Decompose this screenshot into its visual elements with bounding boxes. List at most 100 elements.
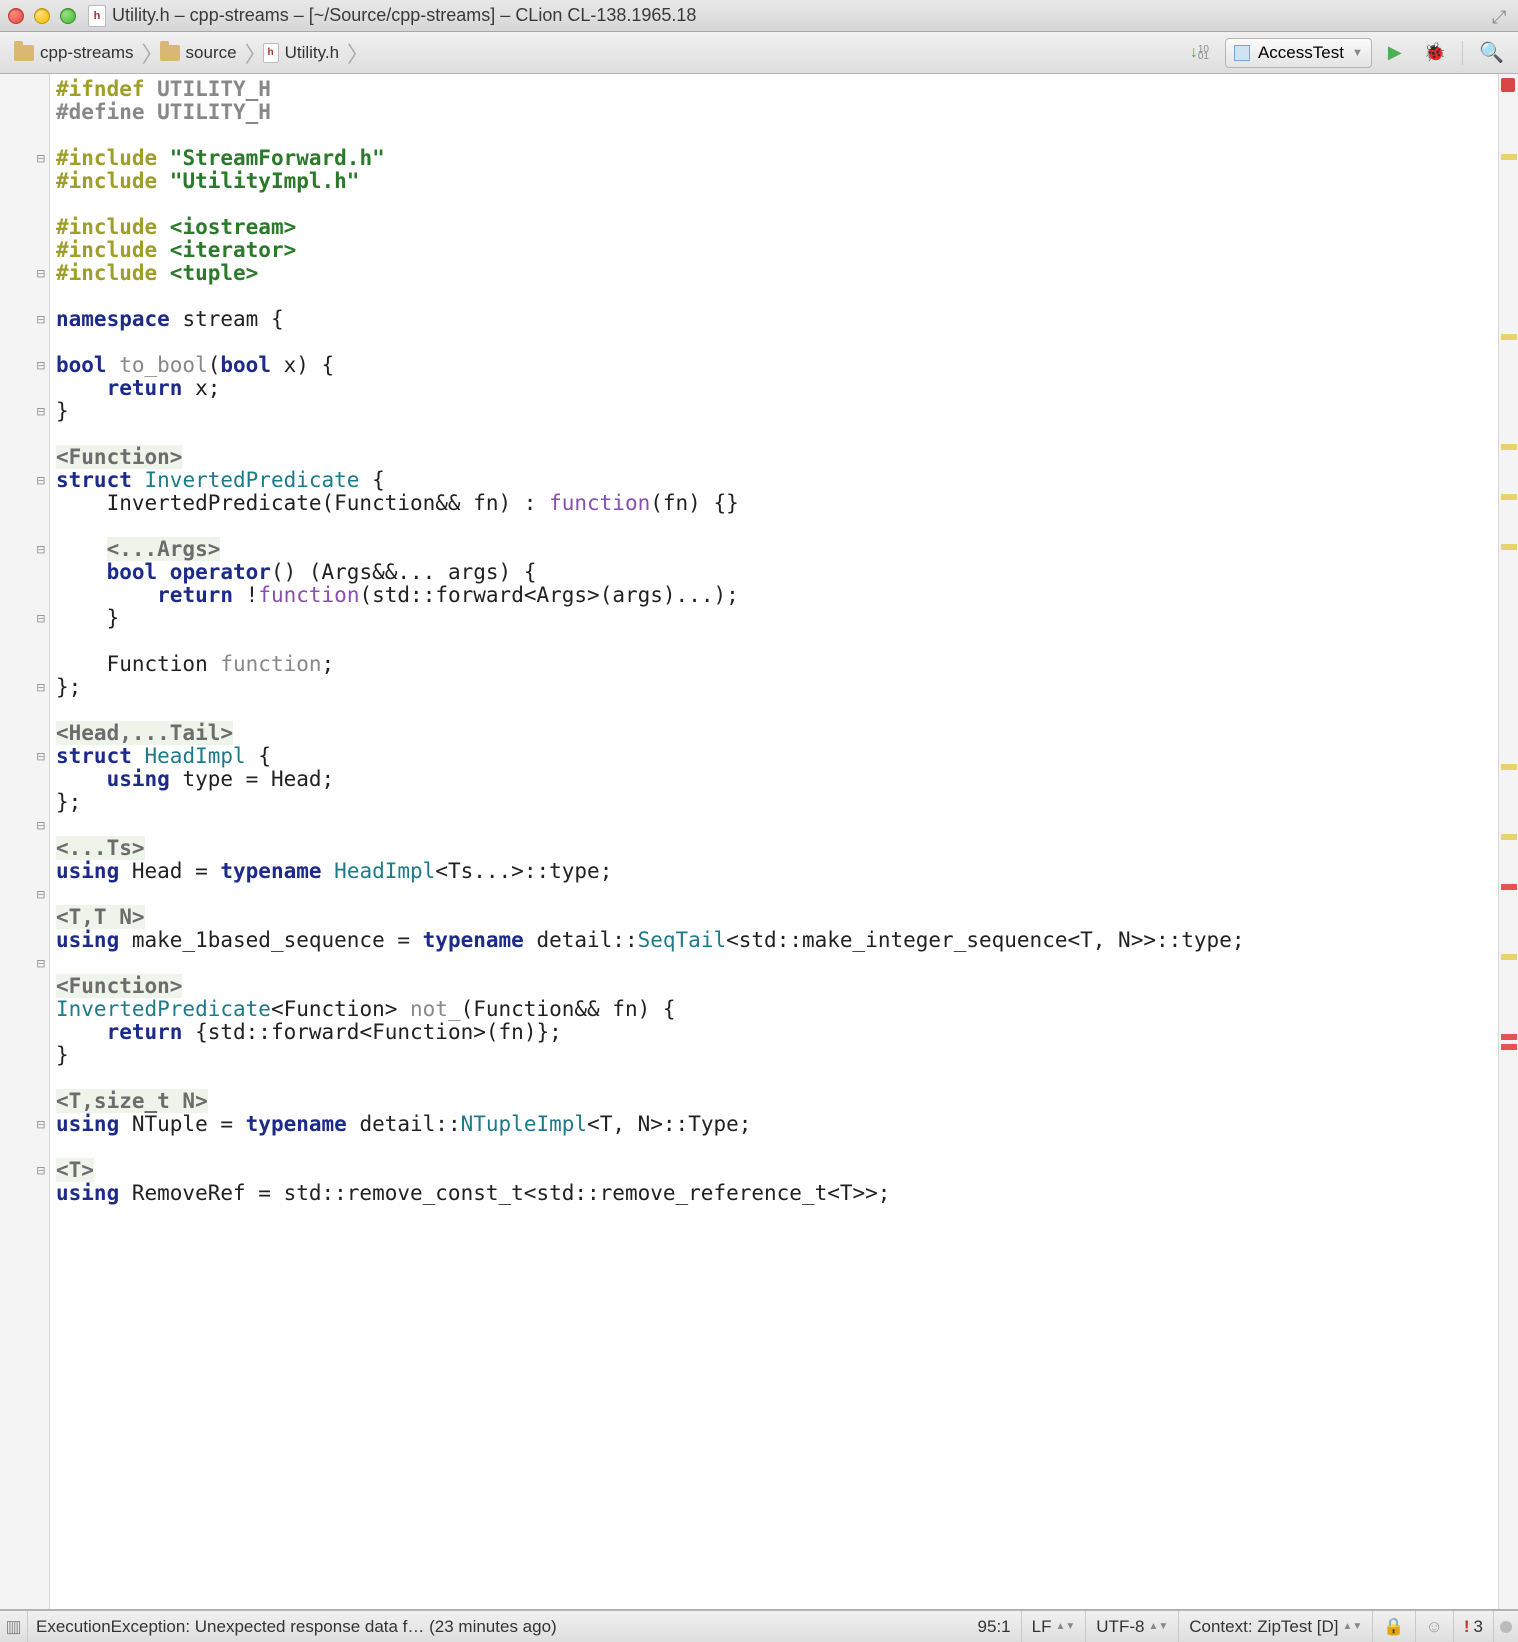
error-stripe-marker[interactable]: [1501, 1034, 1517, 1040]
minimize-window-button[interactable]: [34, 8, 50, 24]
fold-toggle-icon[interactable]: ⊟: [37, 266, 45, 282]
gutter-row[interactable]: ⊟: [0, 400, 49, 423]
code-area[interactable]: #ifndef UTILITY_H #define UTILITY_H #inc…: [50, 74, 1498, 1609]
error-stripe-marker[interactable]: [1501, 544, 1517, 550]
fold-toggle-icon[interactable]: ⊟: [37, 404, 45, 420]
gutter-row[interactable]: [0, 975, 49, 998]
gutter-row[interactable]: [0, 699, 49, 722]
gutter-row[interactable]: [0, 331, 49, 354]
gutter-row[interactable]: ⊟: [0, 814, 49, 837]
readonly-toggle[interactable]: 🔒: [1373, 1611, 1415, 1642]
gutter-row[interactable]: ⊟: [0, 538, 49, 561]
gutter-row[interactable]: [0, 998, 49, 1021]
gutter-row[interactable]: [0, 722, 49, 745]
gutter-row[interactable]: [0, 1090, 49, 1113]
gutter-row[interactable]: [0, 906, 49, 929]
gutter-row[interactable]: ⊟: [0, 262, 49, 285]
gutter-row[interactable]: [0, 1274, 49, 1297]
gutter-row[interactable]: [0, 791, 49, 814]
fold-toggle-icon[interactable]: ⊟: [37, 542, 45, 558]
error-stripe-marker[interactable]: [1501, 884, 1517, 890]
gutter-row[interactable]: [0, 170, 49, 193]
status-message[interactable]: ExecutionException: Unexpected response …: [28, 1617, 968, 1637]
error-stripe-marker[interactable]: [1501, 954, 1517, 960]
background-tasks-icon[interactable]: [1500, 1621, 1512, 1633]
gutter-row[interactable]: ⊟: [0, 676, 49, 699]
gutter-row[interactable]: [0, 216, 49, 239]
gutter-row[interactable]: [0, 492, 49, 515]
error-stripe-marker[interactable]: [1501, 78, 1515, 92]
debug-button[interactable]: 🐞: [1418, 38, 1452, 68]
gutter-row[interactable]: [0, 653, 49, 676]
gutter-row[interactable]: [0, 1182, 49, 1205]
fullscreen-icon[interactable]: ⤢: [1492, 7, 1510, 25]
gutter-row[interactable]: [0, 1136, 49, 1159]
fold-toggle-icon[interactable]: ⊟: [37, 1117, 45, 1133]
gutter-row[interactable]: ⊟: [0, 745, 49, 768]
fold-toggle-icon[interactable]: ⊟: [37, 887, 45, 903]
gutter-row[interactable]: [0, 768, 49, 791]
gutter-row[interactable]: [0, 124, 49, 147]
gutter-row[interactable]: ⊟: [0, 883, 49, 906]
fold-toggle-icon[interactable]: ⊟: [37, 151, 45, 167]
gutter-row[interactable]: [0, 1021, 49, 1044]
error-stripe-marker[interactable]: [1501, 154, 1517, 160]
breadcrumb-item-folder[interactable]: source: [154, 41, 243, 65]
fold-toggle-icon[interactable]: ⊟: [37, 956, 45, 972]
gutter-row[interactable]: [0, 837, 49, 860]
breadcrumb-item-file[interactable]: Utility.h: [257, 41, 345, 65]
fold-toggle-icon[interactable]: ⊟: [37, 358, 45, 374]
fold-toggle-icon[interactable]: ⊟: [37, 1163, 45, 1179]
gutter-row[interactable]: ⊟: [0, 354, 49, 377]
gutter-row[interactable]: ⊟: [0, 1159, 49, 1182]
error-stripe-marker[interactable]: [1501, 334, 1517, 340]
gutter[interactable]: ⊟ ⊟ ⊟ ⊟ ⊟ ⊟ ⊟ ⊟ ⊟ ⊟ ⊟ ⊟ ⊟ ⊟ ⊟: [0, 74, 50, 1609]
gutter-row[interactable]: [0, 423, 49, 446]
error-stripe[interactable]: [1498, 74, 1518, 1609]
gutter-row[interactable]: [0, 1067, 49, 1090]
gutter-row[interactable]: [0, 193, 49, 216]
gutter-row[interactable]: [0, 860, 49, 883]
gutter-row[interactable]: [0, 446, 49, 469]
gutter-row[interactable]: [0, 1044, 49, 1067]
fold-toggle-icon[interactable]: ⊟: [37, 680, 45, 696]
gutter-row[interactable]: [0, 929, 49, 952]
error-stripe-marker[interactable]: [1501, 1044, 1517, 1050]
gutter-row[interactable]: [0, 101, 49, 124]
gutter-row[interactable]: [0, 285, 49, 308]
error-stripe-marker[interactable]: [1501, 444, 1517, 450]
run-config-select[interactable]: AccessTest ▼: [1225, 38, 1372, 68]
fold-toggle-icon[interactable]: ⊟: [37, 611, 45, 627]
fold-toggle-icon[interactable]: ⊟: [37, 473, 45, 489]
close-window-button[interactable]: [8, 8, 24, 24]
gutter-row[interactable]: ⊟: [0, 147, 49, 170]
make-button[interactable]: ↓1001: [1184, 38, 1215, 68]
gutter-row[interactable]: [0, 78, 49, 101]
fold-toggle-icon[interactable]: ⊟: [37, 818, 45, 834]
gutter-row[interactable]: [0, 584, 49, 607]
inspection-profile[interactable]: ☺: [1416, 1611, 1454, 1642]
error-stripe-marker[interactable]: [1501, 764, 1517, 770]
error-stripe-marker[interactable]: [1501, 834, 1517, 840]
gutter-row[interactable]: ⊟: [0, 952, 49, 975]
gutter-row[interactable]: ⊟: [0, 1113, 49, 1136]
run-button[interactable]: ▶: [1382, 38, 1408, 68]
error-stripe-marker[interactable]: [1501, 494, 1517, 500]
error-count[interactable]: !3: [1454, 1611, 1494, 1642]
gutter-row[interactable]: [0, 377, 49, 400]
fold-toggle-icon[interactable]: ⊟: [37, 749, 45, 765]
gutter-row[interactable]: ⊟: [0, 308, 49, 331]
gutter-row[interactable]: [0, 561, 49, 584]
gutter-row[interactable]: ⊟: [0, 469, 49, 492]
gutter-row[interactable]: [0, 1228, 49, 1251]
line-separator[interactable]: LF▲▼: [1022, 1611, 1087, 1642]
gutter-row[interactable]: [0, 630, 49, 653]
fold-toggle-icon[interactable]: ⊟: [37, 312, 45, 328]
gutter-row[interactable]: [0, 1251, 49, 1274]
context-select[interactable]: Context: ZipTest [D]▲▼: [1179, 1611, 1373, 1642]
gutter-row[interactable]: ⊟: [0, 607, 49, 630]
gutter-row[interactable]: [0, 1205, 49, 1228]
tool-windows-toggle[interactable]: ▥: [0, 1611, 28, 1642]
file-encoding[interactable]: UTF-8▲▼: [1086, 1611, 1179, 1642]
search-button[interactable]: 🔍: [1473, 38, 1510, 68]
